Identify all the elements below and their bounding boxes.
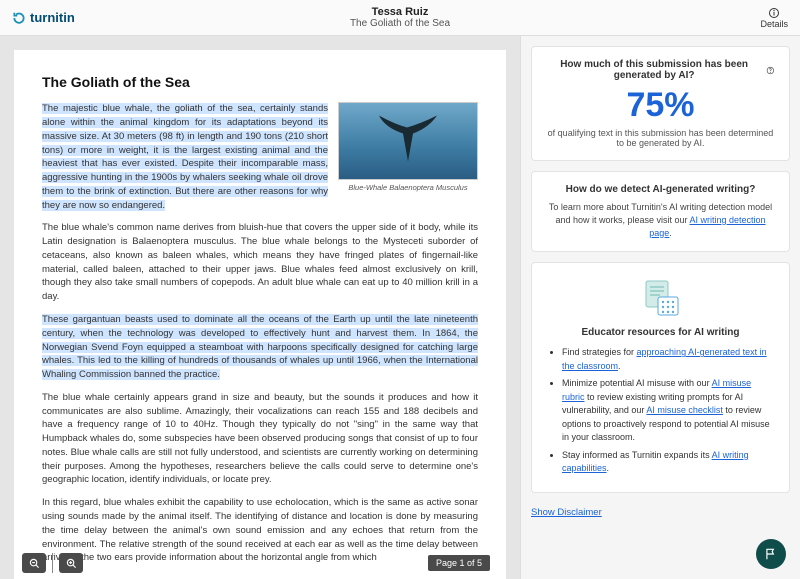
- toolbar-separator: [52, 553, 53, 573]
- paragraph-5: In this regard, blue whales exhibit the …: [42, 496, 478, 565]
- highlight: These gargantuan beasts used to dominate…: [42, 314, 478, 380]
- document-stack-icon: [638, 279, 684, 319]
- figure: Blue-Whale Balaenoptera Musculus: [338, 102, 478, 194]
- resources-heading: Educator resources for AI writing: [546, 327, 775, 338]
- whale-tail-icon: [373, 114, 443, 164]
- detect-card: How do we detect AI-generated writing? T…: [531, 171, 790, 252]
- detect-heading: How do we detect AI-generated writing?: [546, 184, 775, 195]
- highlight: The majestic blue whale, the goliath of …: [42, 103, 328, 210]
- zoom-out-button[interactable]: [22, 553, 46, 573]
- image-caption: Blue-Whale Balaenoptera Musculus: [338, 183, 478, 194]
- paragraph-4: The blue whale certainly appears grand i…: [42, 391, 478, 487]
- help-icon[interactable]: [766, 65, 775, 76]
- whale-image: [338, 102, 478, 180]
- ai-percentage: 75%: [546, 87, 775, 124]
- paragraph-3: These gargantuan beasts used to dominate…: [42, 313, 478, 382]
- brand-logo: turnitin: [12, 10, 75, 25]
- document-viewport[interactable]: The Goliath of the Sea Blue-Whale Balaen…: [0, 36, 520, 579]
- turnitin-icon: [12, 11, 26, 25]
- info-icon: [768, 7, 780, 19]
- resources-list: Find strategies for approaching AI-gener…: [546, 346, 775, 476]
- main-area: The Goliath of the Sea Blue-Whale Balaen…: [0, 36, 800, 579]
- ai-score-card: How much of this submission has been gen…: [531, 46, 790, 161]
- ai-sidebar: How much of this submission has been gen…: [520, 36, 800, 579]
- detect-text: To learn more about Turnitin's AI writin…: [546, 201, 775, 239]
- brand-text: turnitin: [30, 10, 75, 25]
- list-item: Minimize potential AI misuse with our AI…: [562, 377, 775, 445]
- flag-icon: [764, 547, 778, 561]
- paragraph-2: The blue whale's common name derives fro…: [42, 221, 478, 304]
- zoom-out-icon: [29, 558, 40, 569]
- details-label: Details: [760, 19, 788, 29]
- header-titles: Tessa Ruiz The Goliath of the Sea: [0, 6, 800, 29]
- zoom-in-icon: [66, 558, 77, 569]
- document-page: The Goliath of the Sea Blue-Whale Balaen…: [14, 50, 506, 579]
- ai-subtext: of qualifying text in this submission ha…: [546, 128, 775, 148]
- zoom-toolbar: [22, 553, 83, 573]
- top-bar: turnitin Tessa Ruiz The Goliath of the S…: [0, 0, 800, 36]
- details-button[interactable]: Details: [760, 7, 788, 29]
- page-indicator: Page 1 of 5: [428, 555, 490, 571]
- student-name: Tessa Ruiz: [0, 6, 800, 18]
- flag-fab-button[interactable]: [756, 539, 786, 569]
- resources-illustration: [546, 279, 775, 319]
- list-item: Find strategies for approaching AI-gener…: [562, 346, 775, 373]
- page-title: The Goliath of the Sea: [42, 72, 478, 92]
- checklist-link[interactable]: AI misuse checklist: [646, 405, 723, 415]
- document-subtitle: The Goliath of the Sea: [0, 18, 800, 29]
- list-item: Stay informed as Turnitin expands its AI…: [562, 449, 775, 476]
- ai-score-heading: How much of this submission has been gen…: [546, 59, 775, 81]
- show-disclaimer-link[interactable]: Show Disclaimer: [531, 507, 790, 518]
- resources-card: Educator resources for AI writing Find s…: [531, 262, 790, 493]
- zoom-in-button[interactable]: [59, 553, 83, 573]
